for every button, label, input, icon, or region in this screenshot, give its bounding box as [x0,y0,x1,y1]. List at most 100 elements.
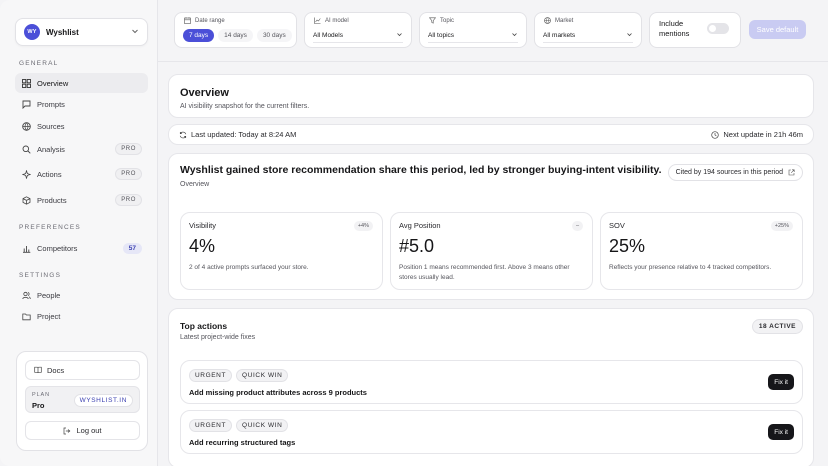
plan-value: Pro [32,401,45,410]
sidebar-item-label: Sources [37,121,65,131]
market-value: All markets [543,32,576,39]
docs-label: Docs [47,365,65,375]
summary-headline: Wyshlist gained store recommendation sha… [180,164,662,176]
workspace-switcher[interactable]: WY Wyshlist [15,18,148,46]
sidebar-item-people[interactable]: People [15,285,148,305]
include-mentions-switch[interactable] [707,23,729,34]
chart-line-icon [314,17,321,24]
plan-box: PLAN Pro WYSHLIST.IN [25,386,140,413]
topic-caption: Topic [429,17,454,24]
metric-description: Position 1 means recommended first. Abov… [399,264,570,281]
last-updated-text: Last updated: Today at 8:24 AM [191,130,297,139]
market-select[interactable]: All markets [543,29,633,43]
date-range-label: Date range [195,17,225,24]
sidebar-item-prompts[interactable]: Prompts [15,94,148,114]
sidebar-item-label: Overview [37,78,69,88]
sidebar-item-project[interactable]: Project [15,306,148,326]
topic-select[interactable]: All topics [428,29,518,43]
external-link-icon [788,169,795,176]
top-actions-card: Top actions Latest project-wide fixes 18… [168,308,814,466]
sidebar-item-label: Competitors [37,243,78,253]
metric-card-avg-position: Avg Position – #5.0 Position 1 means rec… [390,212,593,290]
metric-change-badge: +25% [770,221,793,231]
page-subtitle: AI visibility snapshot for the current f… [180,103,310,110]
bar-chart-icon [21,243,31,253]
sidebar-item-label: Analysis [37,144,65,154]
box-icon [21,195,31,205]
sidebar-item-label: Actions [37,169,62,179]
ai-model-label: AI model [325,17,349,24]
metric-label: Visibility [189,221,216,230]
ai-model-caption: AI model [314,17,349,24]
pro-badge: PRO [115,143,142,155]
logout-button[interactable]: Log out [25,421,140,440]
include-mentions-toggle-card: Include mentions [649,12,741,48]
date-range-segmented: 7 days 14 days 30 days [183,29,292,42]
chevron-down-icon [396,31,403,40]
clock-icon [711,130,720,139]
market-filter: Market All markets [534,12,642,48]
chat-icon [21,99,31,109]
summary-section-label: Overview [180,181,210,188]
section-preferences: PREFERENCES [19,224,81,231]
sparkle-icon [21,169,31,179]
store-domain-link[interactable]: WYSHLIST.IN [73,394,133,407]
metric-label: SOV [609,221,625,230]
cited-sources-link[interactable]: Cited by 194 sources in this period [667,164,803,181]
ai-model-value: All Models [313,32,343,39]
topic-value: All topics [428,32,455,39]
fix-it-button[interactable]: Fix it [768,374,794,390]
logout-icon [63,427,71,435]
date-option-7-days[interactable]: 7 days [183,29,215,42]
sidebar-item-sources[interactable]: Sources [15,116,148,136]
update-status-bar: Last updated: Today at 8:24 AM Next upda… [168,124,814,145]
section-settings: SETTINGS [19,272,62,279]
fix-it-button[interactable]: Fix it [768,424,794,440]
active-count-badge: 18 ACTIVE [751,319,803,334]
refresh-icon [179,131,187,139]
plan-key: PLAN [32,392,50,398]
sidebar-item-analysis[interactable]: Analysis PRO [15,139,148,159]
date-range-caption: Date range [184,17,225,24]
filter-bar: Date range 7 days 14 days 30 days AI mod… [158,0,828,62]
next-update-text: Next update in 21h 46m [723,130,803,139]
date-option-14-days[interactable]: 14 days [218,29,253,42]
sidebar-item-competitors[interactable]: Competitors 57 [15,238,148,258]
filter-icon [429,17,436,24]
market-caption: Market [544,17,573,24]
sidebar-item-overview[interactable]: Overview [15,73,148,93]
ai-model-filter: AI model All Models [304,12,412,48]
metric-description: 2 of 4 active prompts surfaced your stor… [189,264,309,271]
action-title: Add missing product attributes across 9 … [189,388,367,397]
folder-icon [21,311,31,321]
metric-description: Reflects your presence relative to 4 tra… [609,264,772,271]
docs-button[interactable]: Docs [25,360,140,380]
workspace-name: Wyshlist [46,27,79,37]
overview-header-card: Overview AI visibility snapshot for the … [168,74,814,118]
top-actions-title: Top actions [180,321,228,331]
metric-label: Avg Position [399,221,441,230]
ai-model-select[interactable]: All Models [313,29,403,43]
section-general: GENERAL [19,60,59,67]
quick-win-tag: QUICK WIN [236,369,289,382]
date-option-30-days[interactable]: 30 days [256,29,292,42]
action-tags: URGENT QUICK WIN [189,419,289,432]
action-item: URGENT QUICK WIN Add missing product att… [180,360,803,404]
top-actions-subtitle: Latest project-wide fixes [180,334,256,341]
sidebar-item-actions[interactable]: Actions PRO [15,164,148,184]
metric-value: #5.0 [399,236,435,256]
account-card: Docs PLAN Pro WYSHLIST.IN Log out [16,351,148,451]
chevron-down-icon [511,31,518,40]
sidebar-item-products[interactable]: Products PRO [15,190,148,210]
globe-icon [544,17,551,24]
save-default-button[interactable]: Save default [749,20,806,39]
users-icon [21,290,31,300]
search-icon [21,144,31,154]
date-range-filter: Date range 7 days 14 days 30 days [174,12,297,48]
calendar-icon [184,17,191,24]
metric-change-badge: – [571,221,583,231]
sidebar-item-label: People [37,290,61,300]
cited-sources-text: Cited by 194 sources in this period [675,169,783,176]
app-window: WY Wyshlist GENERAL Overview Prompts Sou… [0,0,828,466]
metric-card-visibility: Visibility +4% 4% 2 of 4 active prompts … [180,212,383,290]
